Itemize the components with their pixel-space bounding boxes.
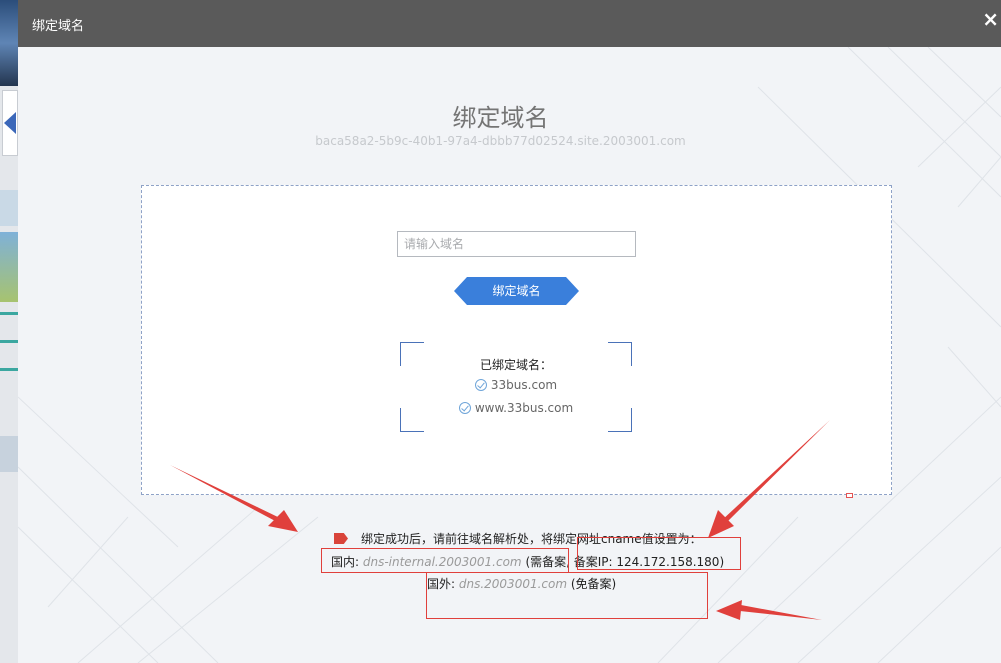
background-divider (0, 312, 18, 315)
bind-domain-button[interactable]: 绑定域名 (454, 277, 579, 305)
annotation-box (426, 572, 708, 619)
close-icon[interactable]: × (982, 9, 999, 29)
check-circle-icon (458, 402, 471, 414)
bound-domain-text: www.33bus.com (474, 401, 574, 415)
annotation-box (321, 548, 569, 573)
background-thumbnail (0, 190, 18, 226)
background-divider (0, 340, 18, 343)
page-heading: 绑定域名 (452, 104, 549, 132)
check-circle-icon (474, 379, 487, 391)
background-thumbnail (0, 0, 18, 86)
domain-input[interactable] (397, 231, 636, 257)
dialog-title: 绑定域名 (32, 19, 85, 34)
bound-domain-item: 33bus.com (400, 378, 632, 392)
bound-domain-item: www.33bus.com (400, 401, 632, 415)
background-thumbnail (0, 436, 18, 472)
site-address: baca58a2-5b9c-40b1-97a4-dbbb77d02524.sit… (315, 134, 686, 148)
annotation-box (577, 537, 741, 570)
bound-domain-text: 33bus.com (490, 378, 558, 392)
dialog-titlebar: 绑定域名 × (18, 0, 1001, 47)
tag-icon (334, 533, 348, 544)
resize-handle[interactable] (846, 493, 853, 498)
background-thumbnail (0, 232, 18, 302)
bound-domains-box: 已绑定域名： 33bus.com www.33bus.com (400, 342, 632, 432)
background-divider (0, 368, 18, 371)
bound-domains-label: 已绑定域名： (479, 358, 552, 372)
